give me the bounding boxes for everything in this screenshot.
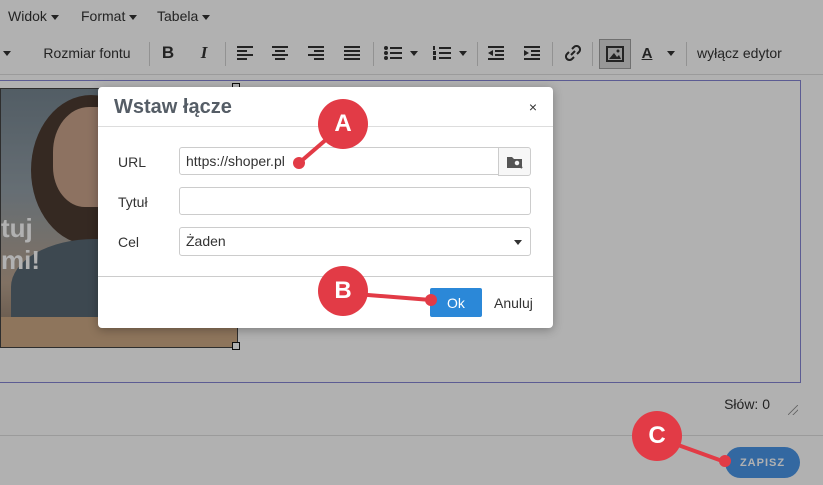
callout-lines	[297, 123, 726, 464]
callout-c-dot	[719, 455, 731, 467]
callout-a: A	[318, 99, 368, 149]
callout-b-dot	[425, 294, 437, 306]
callout-b: B	[318, 266, 368, 316]
callout-c: C	[632, 411, 682, 461]
callout-a-dot	[293, 157, 305, 169]
